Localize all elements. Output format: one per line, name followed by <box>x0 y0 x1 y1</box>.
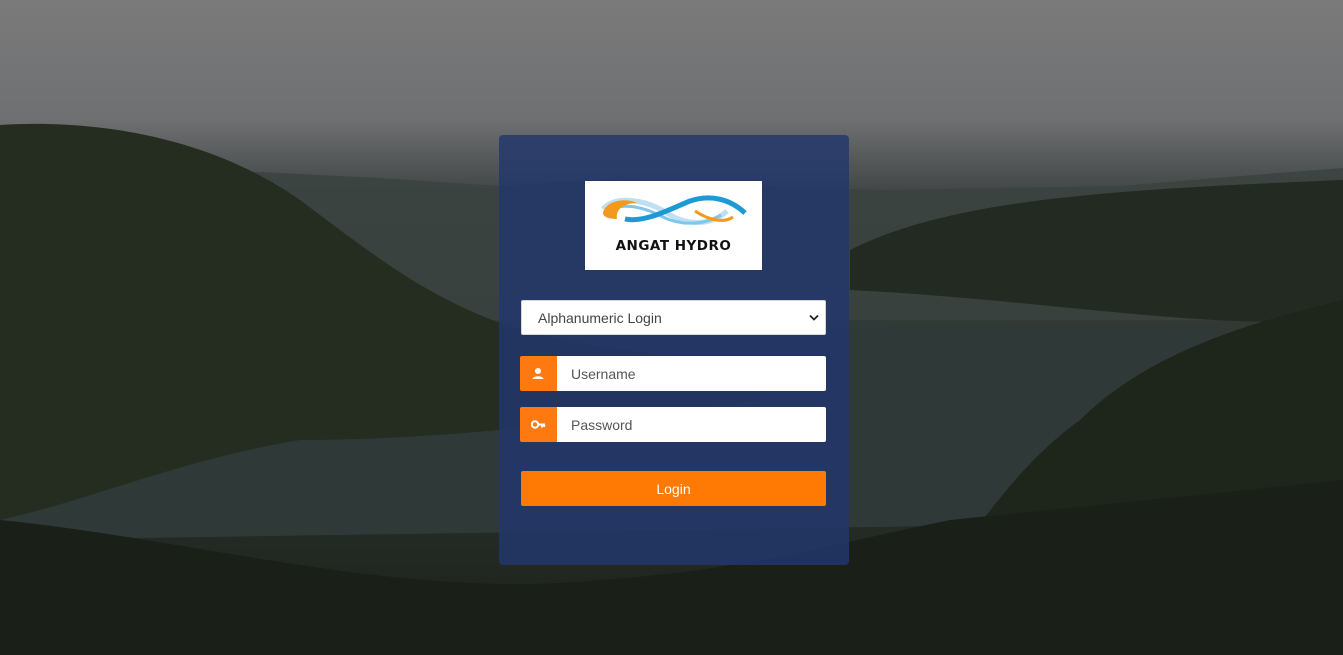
password-addon <box>520 407 557 442</box>
login-button[interactable]: Login <box>521 471 826 506</box>
login-card: ANGAT HYDRO Alphanumeric Login Login <box>499 135 849 565</box>
logo-text: ANGAT HYDRO <box>615 238 732 254</box>
username-field <box>520 356 826 391</box>
username-addon <box>520 356 557 391</box>
wave-logo-icon <box>601 195 747 225</box>
user-icon <box>532 368 544 379</box>
password-input[interactable] <box>557 407 826 442</box>
key-icon <box>531 420 546 429</box>
login-type-selected: Alphanumeric Login <box>538 310 662 326</box>
password-field <box>520 407 826 442</box>
username-input[interactable] <box>557 356 826 391</box>
login-type-select[interactable]: Alphanumeric Login <box>521 300 826 335</box>
company-logo: ANGAT HYDRO <box>585 181 762 270</box>
chevron-down-icon <box>809 314 819 321</box>
